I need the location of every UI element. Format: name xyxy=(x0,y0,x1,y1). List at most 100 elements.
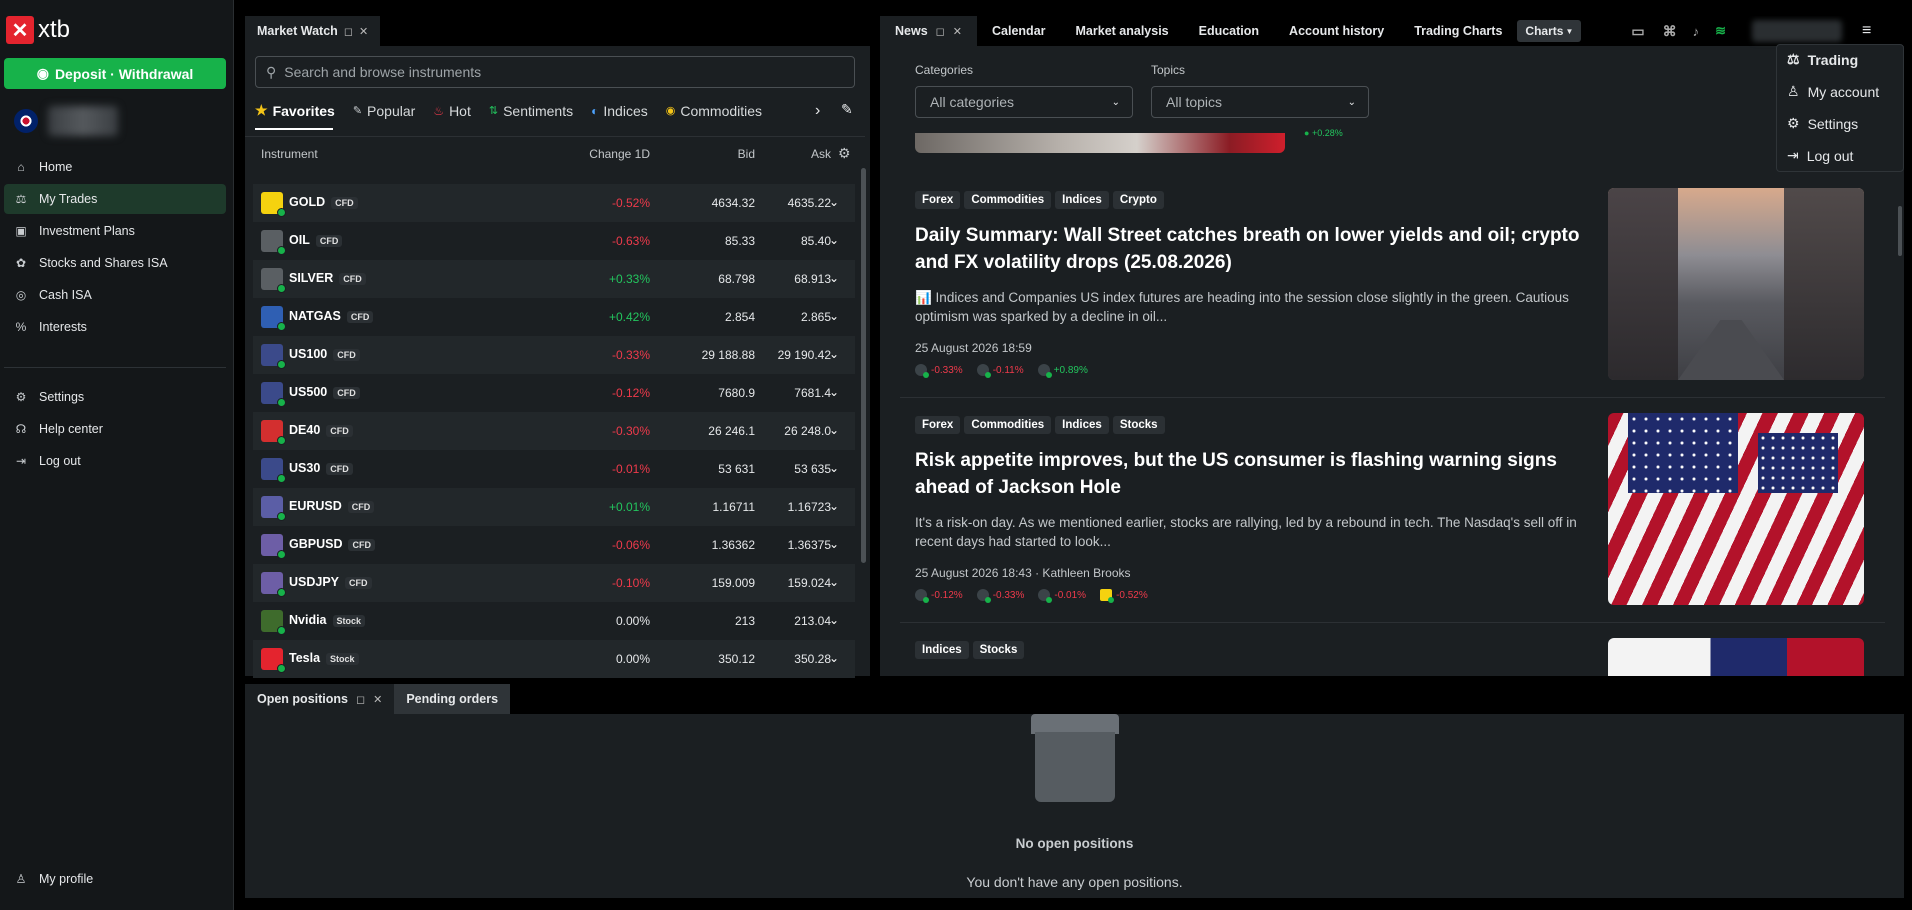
bid-value[interactable]: 1.16711 xyxy=(663,500,756,514)
hamburger-menu-icon[interactable]: ≡ xyxy=(1862,22,1871,40)
ask-value[interactable]: 26 248.0 xyxy=(753,424,831,438)
tag-commodities[interactable]: Commodities xyxy=(964,191,1052,209)
category-favorites[interactable]: ★ Favorites xyxy=(255,102,335,119)
tab-trading-charts[interactable]: Trading Charts xyxy=(1399,16,1517,46)
chevron-down-icon[interactable]: ⌄ xyxy=(829,499,839,513)
instrument-chip[interactable]: -0.33% xyxy=(976,589,1024,603)
col-bid[interactable]: Bid xyxy=(665,147,755,161)
instrument-chip[interactable]: -0.12% xyxy=(915,589,963,603)
chevron-down-icon[interactable]: ⌄ xyxy=(829,309,839,323)
instrument-row[interactable]: GBPUSD CFD -0.06% 1.36362 1.36375 ⌄ xyxy=(253,526,855,564)
bid-value[interactable]: 68.798 xyxy=(663,272,755,286)
sidebar-item-home[interactable]: ⌂ Home xyxy=(4,152,226,182)
chevron-down-icon[interactable]: ⌄ xyxy=(829,651,839,665)
instrument-chip[interactable]: -0.11% xyxy=(976,364,1024,378)
article-title[interactable]: Risk appetite improves, but the US consu… xyxy=(915,447,1595,501)
instrument-row[interactable]: GOLD CFD -0.52% 4634.32 4635.22 ⌄ xyxy=(253,184,855,222)
ask-value[interactable]: 213.04 xyxy=(753,614,831,628)
chevron-down-icon[interactable]: ⌄ xyxy=(829,233,839,247)
network-icon[interactable]: ⌘ xyxy=(1663,23,1677,40)
instrument-row[interactable]: US500 CFD -0.12% 7680.9 7681.4 ⌄ xyxy=(253,374,855,412)
brand-logo[interactable]: ✕ xtb xyxy=(6,16,70,44)
news-scrollbar[interactable] xyxy=(1898,206,1902,256)
close-icon[interactable]: ✕ xyxy=(953,25,962,38)
ask-value[interactable]: 159.024 xyxy=(753,576,831,590)
ask-value[interactable]: 53 635 xyxy=(753,462,831,476)
sidebar-item-investment-plans[interactable]: ▣ Investment Plans xyxy=(4,216,226,246)
sidebar-item-cash-isa[interactable]: ◎ Cash ISA xyxy=(4,280,226,310)
edit-icon[interactable]: ✎ xyxy=(841,101,853,118)
sidebar-item-my-trades[interactable]: ⚖ My Trades xyxy=(4,184,226,214)
tag-commodities[interactable]: Commodities xyxy=(964,416,1052,434)
close-icon[interactable]: ✕ xyxy=(373,693,382,706)
tab-open-positions[interactable]: Open positions ◻ ✕ xyxy=(245,684,395,714)
instrument-row[interactable]: EURUSD CFD +0.01% 1.16711 1.16723 ⌄ xyxy=(253,488,855,526)
detach-icon[interactable]: ◻ xyxy=(356,693,365,706)
tab-pending-orders[interactable]: Pending orders xyxy=(394,684,511,714)
ask-value[interactable]: 350.28 xyxy=(753,652,831,666)
bid-value[interactable]: 4634.32 xyxy=(663,196,755,210)
instrument-row[interactable]: DE40 CFD -0.30% 26 246.1 26 248.0 ⌄ xyxy=(253,412,855,450)
instrument-chip[interactable]: -0.33% xyxy=(915,364,963,378)
chevron-right-icon[interactable]: › xyxy=(815,102,820,120)
chevron-down-icon[interactable]: ⌄ xyxy=(829,385,839,399)
ask-value[interactable]: 29 190.42 xyxy=(753,348,831,362)
instrument-chip[interactable]: +0.89% xyxy=(1037,364,1088,378)
chevron-down-icon[interactable]: ⌄ xyxy=(829,461,839,475)
ask-value[interactable]: 7681.4 xyxy=(753,386,831,400)
chevron-down-icon[interactable]: ⌄ xyxy=(829,271,839,285)
category-hot[interactable]: ♨ Hot xyxy=(433,103,471,119)
sidebar-item-log-out[interactable]: ⇥ Log out xyxy=(4,446,226,476)
menu-item-settings[interactable]: ⚙ Settings xyxy=(1787,115,1858,132)
col-ask[interactable]: Ask xyxy=(755,147,831,161)
menu-item-my-account[interactable]: ♙ My account xyxy=(1787,83,1879,100)
ask-value[interactable]: 1.16723 xyxy=(753,500,831,514)
category-sentiments[interactable]: ⇅ Sentiments xyxy=(489,103,573,119)
ask-value[interactable]: 68.913 xyxy=(753,272,831,286)
sidebar-item-settings[interactable]: ⚙ Settings xyxy=(4,382,226,412)
bid-value[interactable]: 2.854 xyxy=(663,310,755,324)
tab-education[interactable]: Education xyxy=(1184,16,1274,46)
tab-market-watch[interactable]: Market Watch ◻ ✕ xyxy=(245,16,381,46)
ask-value[interactable]: 85.40 xyxy=(753,234,831,248)
detach-icon[interactable]: ◻ xyxy=(936,25,945,38)
tag-indices[interactable]: Indices xyxy=(1055,191,1109,209)
category-commodities[interactable]: ◉ Commodities xyxy=(666,103,762,119)
charts-dropdown[interactable]: Charts ▼ xyxy=(1517,20,1582,42)
ask-value[interactable]: 4635.22 xyxy=(753,196,831,210)
tag-forex[interactable]: Forex xyxy=(915,416,961,434)
chevron-down-icon[interactable]: ⌄ xyxy=(829,575,839,589)
category-popular[interactable]: ✎ Popular xyxy=(353,103,415,119)
ask-value[interactable]: 2.865 xyxy=(753,310,831,324)
sidebar-item-my-profile[interactable]: ♙ My profile xyxy=(4,864,226,894)
article-title[interactable]: Daily Summary: Wall Street catches breat… xyxy=(915,222,1595,276)
deposit-withdrawal-button[interactable]: ◉ Deposit · Withdrawal xyxy=(4,58,226,89)
instrument-search-input[interactable]: ⚲ Search and browse instruments xyxy=(255,56,855,88)
bid-value[interactable]: 213 xyxy=(663,614,755,628)
tag-crypto[interactable]: Crypto xyxy=(1112,191,1164,209)
chevron-down-icon[interactable]: ⌄ xyxy=(829,423,839,437)
menu-item-log-out[interactable]: ⇥ Log out xyxy=(1787,147,1853,164)
bid-value[interactable]: 26 246.1 xyxy=(663,424,755,438)
bid-value[interactable]: 1.36362 xyxy=(663,538,755,552)
article-image-flags[interactable] xyxy=(1608,638,1864,676)
article-image-us-flags[interactable] xyxy=(1608,413,1864,605)
article-image-city-street[interactable] xyxy=(1608,188,1864,380)
tag-stocks[interactable]: Stocks xyxy=(972,641,1025,659)
instrument-list-scrollbar[interactable] xyxy=(861,168,866,563)
column-settings-gear-icon[interactable]: ⚙ xyxy=(838,145,851,162)
topics-select[interactable]: All topics ⌄ xyxy=(1151,86,1369,118)
account-selector[interactable] xyxy=(14,106,118,136)
ask-value[interactable]: 1.36375 xyxy=(753,538,831,552)
tag-forex[interactable]: Forex xyxy=(915,191,961,209)
tag-indices[interactable]: Indices xyxy=(915,641,969,659)
tab-account-history[interactable]: Account history xyxy=(1274,16,1399,46)
chevron-down-icon[interactable]: ⌄ xyxy=(829,195,839,209)
bid-value[interactable]: 29 188.88 xyxy=(663,348,755,362)
categories-select[interactable]: All categories ⌄ xyxy=(915,86,1133,118)
instrument-row[interactable]: US100 CFD -0.33% 29 188.88 29 190.42 ⌄ xyxy=(253,336,855,374)
instrument-row[interactable]: OIL CFD -0.63% 85.33 85.40 ⌄ xyxy=(253,222,855,260)
instrument-row[interactable]: USDJPY CFD -0.10% 159.009 159.024 ⌄ xyxy=(253,564,855,602)
instrument-row[interactable]: SILVER CFD +0.33% 68.798 68.913 ⌄ xyxy=(253,260,855,298)
chevron-down-icon[interactable]: ⌄ xyxy=(829,537,839,551)
